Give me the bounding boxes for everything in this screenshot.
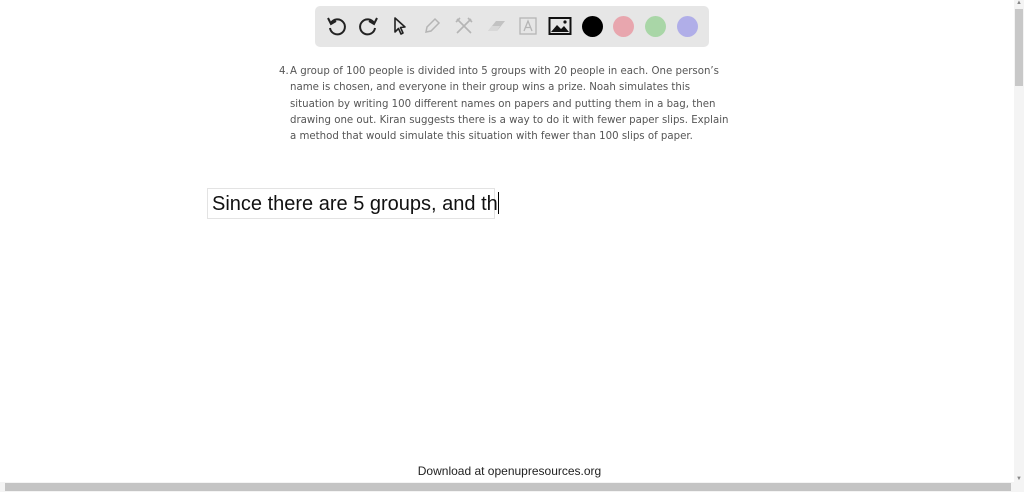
answer-text-box[interactable]: Since there are 5 groups, and th — [207, 188, 499, 219]
undo-icon — [327, 17, 346, 36]
text-caret — [497, 192, 499, 214]
drawing-toolbar — [315, 6, 709, 47]
scroll-up-arrow-icon[interactable]: ▲ — [1016, 0, 1022, 6]
color-pink-swatch[interactable] — [613, 16, 634, 37]
undo-button[interactable] — [325, 14, 349, 38]
footer-credit: Download at openupresources.org — [417, 464, 602, 478]
image-button[interactable] — [548, 14, 572, 38]
problem-text: A group of 100 people is divided into 5 … — [290, 66, 729, 143]
eraser-icon — [488, 21, 505, 31]
problem-number: 4. — [279, 66, 289, 77]
vertical-scrollbar-thumb[interactable] — [1015, 9, 1023, 86]
vertical-scrollbar[interactable]: ▲ ▼ — [1014, 0, 1024, 482]
redo-icon — [359, 17, 378, 36]
horizontal-scrollbar-thumb[interactable] — [5, 483, 1011, 491]
color-purple-swatch[interactable] — [677, 16, 698, 37]
horizontal-scrollbar[interactable] — [0, 482, 1024, 492]
pencil-icon — [425, 17, 441, 33]
select-button[interactable] — [388, 14, 412, 38]
redo-button[interactable] — [356, 14, 380, 38]
text-button[interactable] — [516, 14, 540, 38]
eraser-button[interactable] — [484, 14, 508, 38]
pencil-button[interactable] — [420, 14, 444, 38]
color-black-swatch[interactable] — [582, 16, 603, 37]
color-green-swatch[interactable] — [645, 16, 666, 37]
tools-icon — [455, 17, 473, 34]
image-icon — [548, 17, 572, 35]
tools-button[interactable] — [452, 14, 476, 38]
select-pointer-icon — [394, 17, 406, 35]
answer-text: Since there are 5 groups, and th — [212, 193, 498, 215]
text-box-icon — [519, 17, 537, 35]
problem-statement: 4. A group of 100 people is divided into… — [279, 64, 729, 145]
